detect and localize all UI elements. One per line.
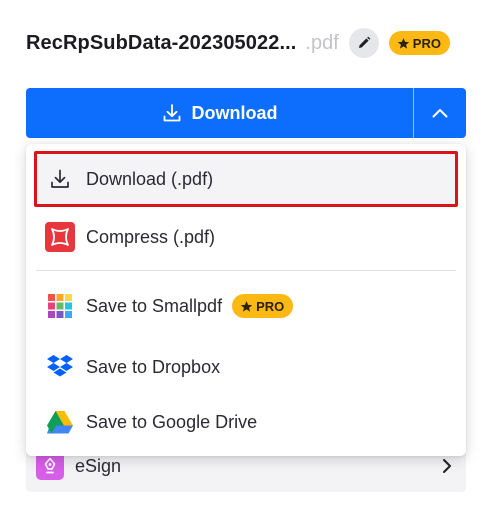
pro-badge: PRO [388, 31, 450, 55]
download-button-label: Download [191, 102, 278, 123]
menu-item-label: Save to Smallpdf [86, 295, 223, 316]
menu-item-label: Compress (.pdf) [86, 226, 216, 247]
menu-item-save-dropbox[interactable]: Save to Dropbox [34, 339, 458, 395]
dropbox-icon [45, 352, 75, 382]
menu-item-label: Save to Google Drive [86, 411, 258, 432]
chevron-up-icon [432, 109, 448, 118]
pro-badge-label: PRO [256, 298, 285, 314]
esign-icon [36, 452, 64, 480]
download-button[interactable]: Download [26, 88, 413, 138]
download-split-button: Download [26, 88, 466, 138]
google-drive-icon [45, 407, 75, 437]
smallpdf-icon [45, 291, 75, 321]
menu-item-compress-pdf[interactable]: Compress (.pdf) [34, 209, 458, 265]
download-options-toggle[interactable] [414, 88, 466, 138]
pencil-icon [358, 36, 371, 48]
file-header: RecRpSubData-202305022... .pdf PRO [26, 27, 467, 59]
download-icon [163, 104, 180, 122]
menu-divider [36, 270, 456, 271]
pro-badge: PRO [232, 294, 294, 318]
star-icon [240, 300, 253, 312]
menu-item-save-smallpdf[interactable]: Save to Smallpdf PRO [34, 278, 458, 334]
chevron-right-icon [443, 459, 451, 473]
esign-label: eSign [75, 455, 122, 476]
compress-icon [45, 222, 75, 252]
file-extension: .pdf [305, 31, 339, 54]
menu-item-label: Save to Dropbox [86, 356, 221, 377]
file-name[interactable]: RecRpSubData-202305022... [26, 32, 296, 55]
menu-item-download-pdf[interactable]: Download (.pdf) [34, 151, 458, 207]
menu-item-save-google-drive[interactable]: Save to Google Drive [34, 394, 458, 450]
pro-badge-label: PRO [412, 35, 441, 51]
menu-item-label: Download (.pdf) [86, 168, 214, 189]
rename-button[interactable] [348, 28, 379, 58]
download-options-menu: Download (.pdf) Compress (.pdf) Save to … [26, 144, 466, 456]
star-icon [397, 37, 409, 49]
download-icon [45, 164, 75, 194]
